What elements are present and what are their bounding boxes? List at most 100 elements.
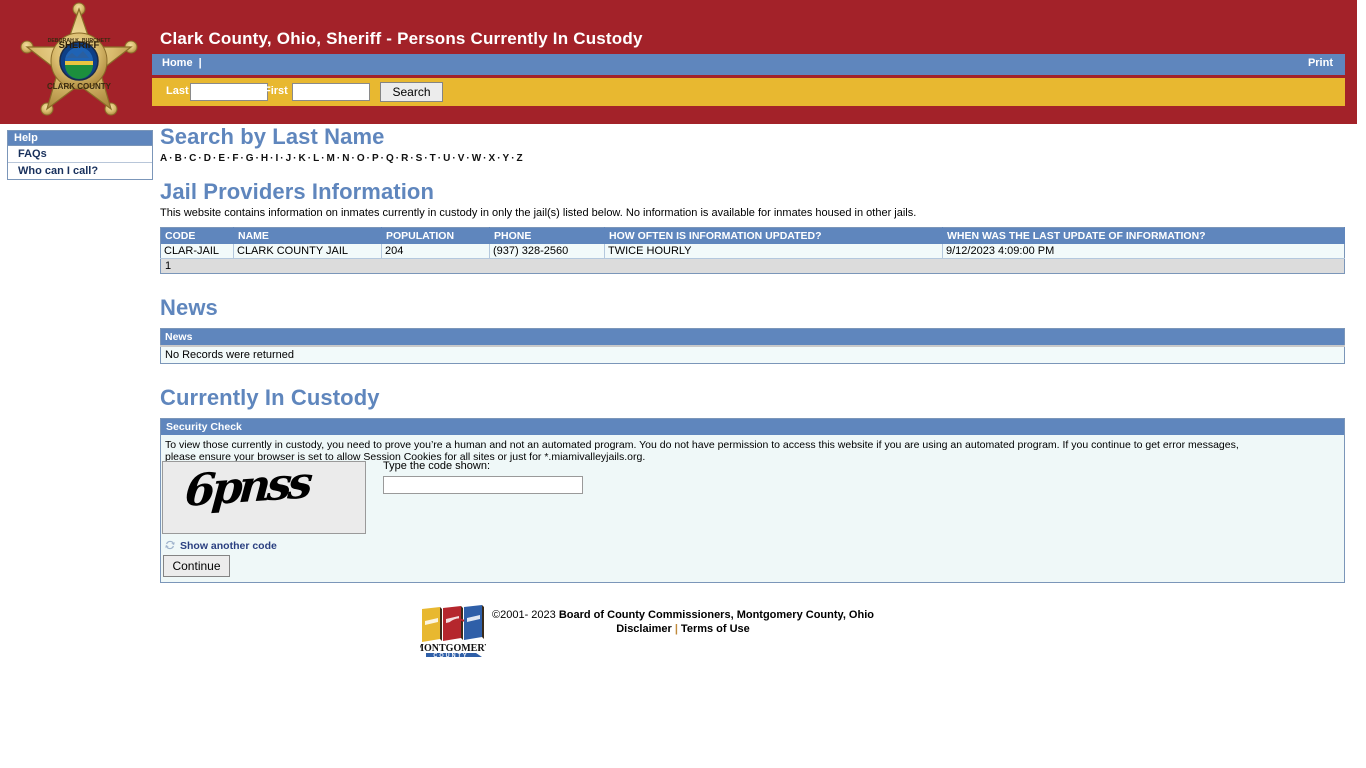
alpha-separator: · bbox=[380, 153, 384, 164]
alpha-separator: · bbox=[307, 153, 312, 164]
col-phone: PHONE bbox=[489, 227, 605, 244]
alpha-separator: · bbox=[169, 153, 173, 164]
sidebar-heading: Help bbox=[8, 131, 152, 146]
cell-name: CLARK COUNTY JAIL bbox=[233, 244, 382, 259]
alpha-link-k[interactable]: K bbox=[299, 153, 306, 164]
alpha-separator: · bbox=[466, 153, 470, 164]
alpha-separator: · bbox=[395, 153, 400, 164]
alpha-link-t[interactable]: T bbox=[430, 153, 436, 164]
news-empty-message: No Records were returned bbox=[160, 346, 1345, 364]
col-last-update: WHEN WAS THE LAST UPDATE OF INFORMATION? bbox=[942, 227, 1345, 244]
table-header-row: CODE NAME POPULATION PHONE HOW OFTEN IS … bbox=[160, 227, 1345, 244]
cell-code: CLAR-JAIL bbox=[160, 244, 234, 259]
col-code: CODE bbox=[160, 227, 234, 244]
disclaimer-link[interactable]: Disclaimer bbox=[616, 623, 672, 635]
pager-page-1[interactable]: 1 bbox=[160, 258, 1345, 274]
alpha-separator: · bbox=[198, 153, 202, 164]
type-code-label: Type the code shown: bbox=[383, 460, 491, 472]
show-another-code-label: Show another code bbox=[180, 540, 277, 552]
table-row: CLAR-JAIL CLARK COUNTY JAIL 204 (937) 32… bbox=[160, 244, 1345, 259]
alpha-separator: · bbox=[321, 153, 325, 164]
sidebar-item-faqs[interactable]: FAQs bbox=[8, 146, 152, 163]
jail-providers-heading: Jail Providers Information bbox=[160, 179, 435, 204]
copyright-line: ©2001- 2023 Board of County Commissioner… bbox=[492, 600, 874, 621]
alpha-link-q[interactable]: Q bbox=[386, 153, 394, 164]
table-pager-row: 1 bbox=[160, 258, 1345, 274]
nav-left-group: Home | bbox=[162, 57, 208, 69]
site-header: DEBORAH K. BURCHETT x CLARK COUNTY SHERI… bbox=[0, 0, 1357, 124]
svg-text:COUNTY: COUNTY bbox=[433, 653, 468, 659]
search-by-last-name-heading: Search by Last Name bbox=[160, 124, 385, 149]
alpha-link-p[interactable]: P bbox=[372, 153, 379, 164]
cell-last-update: 9/12/2023 4:09:00 PM bbox=[942, 244, 1345, 259]
col-name: NAME bbox=[233, 227, 382, 244]
news-header-row: News bbox=[160, 328, 1345, 347]
nav-separator: | bbox=[198, 57, 202, 69]
sheriff-star-badge-icon: DEBORAH K. BURCHETT x CLARK COUNTY SHERI… bbox=[14, 2, 144, 124]
name-search-bar: Last First Search bbox=[152, 78, 1345, 106]
captcha-code-input[interactable] bbox=[383, 476, 583, 494]
alpha-separator: · bbox=[483, 153, 487, 164]
currently-in-custody-heading: Currently In Custody bbox=[160, 385, 380, 410]
alpha-separator: · bbox=[255, 153, 259, 164]
alpha-separator: · bbox=[293, 153, 297, 164]
jail-providers-table: CODE NAME POPULATION PHONE HOW OFTEN IS … bbox=[160, 227, 1345, 274]
col-news: News bbox=[160, 328, 1345, 347]
copyright-owner: Board of County Commissioners, Montgomer… bbox=[558, 609, 874, 621]
copyright-prefix: ©2001- 2023 bbox=[492, 609, 559, 621]
help-sidebar: Help FAQs Who can I call? bbox=[7, 130, 153, 180]
search-button[interactable]: Search bbox=[380, 82, 443, 102]
col-population: POPULATION bbox=[381, 227, 490, 244]
continue-button[interactable]: Continue bbox=[163, 555, 230, 577]
refresh-icon bbox=[164, 539, 176, 554]
page-title: Clark County, Ohio, Sheriff - Persons Cu… bbox=[160, 29, 643, 48]
alpha-link-m[interactable]: M bbox=[327, 153, 335, 164]
primary-nav: Home | Print bbox=[152, 54, 1345, 75]
alpha-separator: · bbox=[497, 153, 501, 164]
legal-separator: | bbox=[674, 623, 678, 635]
alpha-separator: · bbox=[452, 153, 456, 164]
terms-of-use-link[interactable]: Terms of Use bbox=[681, 623, 750, 635]
site-footer: MONTGOMERY COUNTY ©2001- 2023 Board of C… bbox=[0, 600, 1366, 659]
alpha-link-w[interactable]: W bbox=[472, 153, 481, 164]
news-table: News No Records were returned bbox=[160, 328, 1345, 364]
captcha-image: 6pnss bbox=[162, 461, 366, 534]
last-name-label: Last bbox=[166, 85, 189, 97]
security-check-title: Security Check bbox=[161, 419, 1344, 435]
alpha-separator: · bbox=[351, 153, 355, 164]
first-name-input[interactable] bbox=[292, 83, 370, 101]
nav-item-home[interactable]: Home bbox=[162, 57, 193, 69]
alpha-separator: · bbox=[410, 153, 414, 164]
cell-phone: (937) 328-2560 bbox=[489, 244, 605, 259]
montgomery-county-logo-icon: MONTGOMERY COUNTY bbox=[415, 605, 492, 660]
security-check-body: To view those currently in custody, you … bbox=[161, 435, 1344, 582]
captcha-code-text: 6pnss bbox=[183, 461, 311, 517]
last-name-input[interactable] bbox=[190, 83, 268, 101]
alpha-link-o[interactable]: O bbox=[357, 153, 365, 164]
alpha-separator: · bbox=[280, 153, 284, 164]
alpha-link-b[interactable]: B bbox=[175, 153, 182, 164]
news-empty-row: No Records were returned bbox=[160, 346, 1345, 364]
col-update-freq: HOW OFTEN IS INFORMATION UPDATED? bbox=[604, 227, 943, 244]
security-check-panel: Security Check To view those currently i… bbox=[160, 418, 1345, 583]
alpha-link-z[interactable]: Z bbox=[517, 153, 523, 164]
alpha-separator: · bbox=[366, 153, 370, 164]
alpha-link-g[interactable]: G bbox=[246, 153, 254, 164]
sidebar-item-who-can-i-call[interactable]: Who can I call? bbox=[8, 163, 152, 179]
svg-text:SHERIFF: SHERIFF bbox=[59, 40, 100, 51]
alpha-link-e[interactable]: E bbox=[218, 153, 225, 164]
print-link[interactable]: Print bbox=[1308, 57, 1333, 69]
alpha-separator: · bbox=[424, 153, 428, 164]
svg-text:CLARK COUNTY: CLARK COUNTY bbox=[47, 82, 112, 91]
main-content: Search by Last Name A · B · C · D · E · F · G · H · I · J ·… bbox=[160, 124, 1350, 583]
security-check-paragraph-line1: To view those currently in custody, you … bbox=[165, 439, 1239, 451]
alphabet-index: A · B · C · D · E · F · G · H · I · J · K · L · M · N · O · P · Q · R · S · T ·… bbox=[160, 153, 1350, 164]
alpha-separator: · bbox=[240, 153, 244, 164]
alpha-link-d[interactable]: D bbox=[204, 153, 211, 164]
first-name-label: First bbox=[264, 85, 288, 97]
news-heading: News bbox=[160, 295, 218, 320]
cell-population: 204 bbox=[381, 244, 490, 259]
cell-update-freq: TWICE HOURLY bbox=[604, 244, 943, 259]
alpha-separator: · bbox=[511, 153, 515, 164]
show-another-code-link[interactable]: Show another code bbox=[164, 539, 277, 554]
